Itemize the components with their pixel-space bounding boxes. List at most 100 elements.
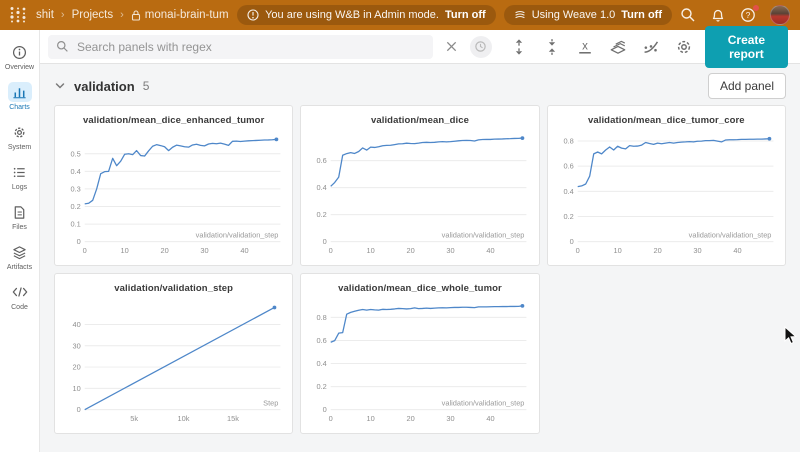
chart-panel-mean-dice: validation/mean_dice 00.20.40.6010203040… bbox=[300, 105, 539, 266]
svg-text:0: 0 bbox=[83, 246, 87, 255]
line-chart[interactable]: 0102030405k10k15kStep bbox=[59, 294, 288, 424]
svg-text:0.6: 0.6 bbox=[317, 156, 327, 165]
svg-text:0: 0 bbox=[323, 237, 327, 246]
svg-text:20: 20 bbox=[73, 363, 81, 372]
svg-text:0.4: 0.4 bbox=[317, 359, 327, 368]
list-icon bbox=[8, 162, 32, 182]
line-chart[interactable]: 00.20.40.60.8010203040validation/validat… bbox=[552, 126, 781, 256]
weave-banner: Using Weave 1.0 Turn off bbox=[504, 5, 672, 25]
top-navbar: shit Projects monai-brain-tumor-segmenta… bbox=[0, 0, 800, 30]
svg-text:0.6: 0.6 bbox=[317, 336, 327, 345]
sidebar-item-label: Artifacts bbox=[7, 264, 32, 271]
svg-text:validation/validation_step: validation/validation_step bbox=[196, 231, 279, 240]
weave-turn-off-button[interactable]: Turn off bbox=[621, 9, 662, 21]
sidebar-item-system[interactable]: System bbox=[1, 118, 39, 155]
settings-gear-icon[interactable] bbox=[675, 38, 693, 56]
line-chart[interactable]: 00.20.40.6010203040validation/validation… bbox=[305, 126, 534, 256]
chart-panel-validation-step: validation/validation_step 0102030405k10… bbox=[54, 273, 293, 434]
chart-title: validation/validation_step bbox=[59, 274, 288, 294]
svg-text:10: 10 bbox=[367, 246, 375, 255]
line-chart[interactable]: 0 0.2 0.4 0.6 0.8 0 10 20 30 40 validation/validat… bbox=[305, 294, 534, 424]
svg-text:0.2: 0.2 bbox=[317, 382, 327, 391]
svg-text:20: 20 bbox=[653, 246, 661, 255]
svg-text:20: 20 bbox=[160, 246, 168, 255]
sidebar-item-charts[interactable]: Charts bbox=[1, 78, 39, 115]
svg-text:30: 30 bbox=[693, 246, 701, 255]
svg-text:10: 10 bbox=[121, 246, 129, 255]
svg-text:x: x bbox=[582, 40, 588, 52]
svg-text:0: 0 bbox=[77, 237, 81, 246]
notifications-bell-icon[interactable] bbox=[710, 7, 726, 23]
svg-text:0.2: 0.2 bbox=[563, 212, 573, 221]
panel-search-box[interactable] bbox=[48, 35, 433, 59]
global-search-icon[interactable] bbox=[680, 7, 696, 23]
help-icon[interactable]: ? bbox=[740, 7, 756, 23]
breadcrumb: shit Projects monai-brain-tumor-segmenta… bbox=[36, 9, 229, 21]
sidebar-item-files[interactable]: Files bbox=[1, 198, 39, 235]
section-header-validation: validation 5 Add panel bbox=[54, 72, 786, 100]
line-chart[interactable]: 00.10.20.30.40.5010203040validation/vali… bbox=[59, 126, 288, 256]
sidebar-item-label: Files bbox=[12, 224, 27, 231]
gear-icon bbox=[8, 122, 32, 142]
svg-text:0.1: 0.1 bbox=[70, 220, 80, 229]
svg-text:30: 30 bbox=[447, 414, 455, 423]
svg-text:validation/validation_step: validation/validation_step bbox=[688, 231, 771, 240]
weave-banner-text: Using Weave 1.0 bbox=[532, 9, 616, 21]
svg-text:validation/validation_step: validation/validation_step bbox=[442, 231, 525, 240]
admin-turn-off-button[interactable]: Turn off bbox=[445, 9, 486, 21]
sidebar-item-label: System bbox=[8, 144, 31, 151]
chevron-down-icon[interactable] bbox=[54, 80, 66, 92]
sidebar-item-code[interactable]: Code bbox=[1, 278, 39, 315]
collapse-panels-icon[interactable] bbox=[543, 38, 561, 56]
sidebar-item-label: Charts bbox=[9, 104, 30, 111]
svg-text:validation/validation_step: validation/validation_step bbox=[442, 399, 525, 408]
x-axis-icon[interactable]: x bbox=[576, 38, 594, 56]
breadcrumb-user[interactable]: shit bbox=[36, 9, 54, 21]
breadcrumb-project[interactable]: monai-brain-tumor-segmentation bbox=[145, 9, 229, 21]
svg-text:0.8: 0.8 bbox=[317, 313, 327, 322]
svg-text:0.3: 0.3 bbox=[70, 184, 80, 193]
notification-dot bbox=[753, 5, 759, 11]
svg-text:10: 10 bbox=[367, 414, 375, 423]
svg-text:?: ? bbox=[746, 10, 751, 20]
breadcrumb-projects[interactable]: Projects bbox=[72, 9, 114, 21]
history-icon[interactable] bbox=[470, 36, 492, 58]
sidebar-item-overview[interactable]: Overview bbox=[1, 38, 39, 75]
breadcrumb-separator-icon bbox=[120, 9, 124, 21]
svg-text:40: 40 bbox=[487, 414, 495, 423]
sidebar-item-artifacts[interactable]: Artifacts bbox=[1, 238, 39, 275]
svg-text:30: 30 bbox=[73, 341, 81, 350]
svg-text:20: 20 bbox=[407, 246, 415, 255]
svg-text:0: 0 bbox=[77, 405, 81, 414]
panel-layers-icon[interactable] bbox=[609, 38, 627, 56]
sidebar-item-label: Overview bbox=[5, 64, 34, 71]
svg-text:0: 0 bbox=[329, 414, 333, 423]
svg-text:5k: 5k bbox=[130, 414, 138, 423]
expand-panels-icon[interactable] bbox=[510, 38, 528, 56]
admin-mode-banner: You are using W&B in Admin mode. Turn of… bbox=[237, 5, 496, 25]
chart-panel-mean-dice-tumor-core: validation/mean_dice_tumor_core 00.20.40… bbox=[547, 105, 786, 266]
sidebar-item-logs[interactable]: Logs bbox=[1, 158, 39, 195]
chart-panel-mean-dice-whole-tumor: validation/mean_dice_whole_tumor 00.20.4… bbox=[300, 273, 539, 434]
panel-search-input[interactable] bbox=[75, 39, 425, 55]
wandb-logo-icon[interactable] bbox=[8, 6, 28, 24]
svg-text:0.4: 0.4 bbox=[563, 187, 573, 196]
breadcrumb-separator-icon bbox=[61, 9, 65, 21]
clear-search-icon[interactable] bbox=[445, 40, 458, 53]
section-panel-count: 5 bbox=[143, 79, 150, 93]
smoothing-icon[interactable] bbox=[642, 38, 660, 56]
svg-text:15k: 15k bbox=[227, 414, 239, 423]
section-title[interactable]: validation bbox=[74, 79, 135, 94]
panel-grid: validation/mean_dice_enhanced_tumor 00.1… bbox=[54, 105, 786, 434]
workspace-main: validation 5 Add panel validation/mean_d… bbox=[40, 64, 800, 452]
svg-text:0.2: 0.2 bbox=[317, 210, 327, 219]
svg-text:40: 40 bbox=[487, 246, 495, 255]
chart-panel-mean-dice-enhanced-tumor: validation/mean_dice_enhanced_tumor 00.1… bbox=[54, 105, 293, 266]
add-panel-button[interactable]: Add panel bbox=[708, 73, 786, 99]
svg-text:0: 0 bbox=[323, 405, 327, 414]
create-report-button[interactable]: Create report bbox=[705, 26, 788, 68]
svg-text:20: 20 bbox=[407, 414, 415, 423]
sidebar-item-label: Logs bbox=[12, 184, 27, 191]
file-icon bbox=[8, 202, 32, 222]
user-avatar[interactable] bbox=[770, 5, 790, 25]
